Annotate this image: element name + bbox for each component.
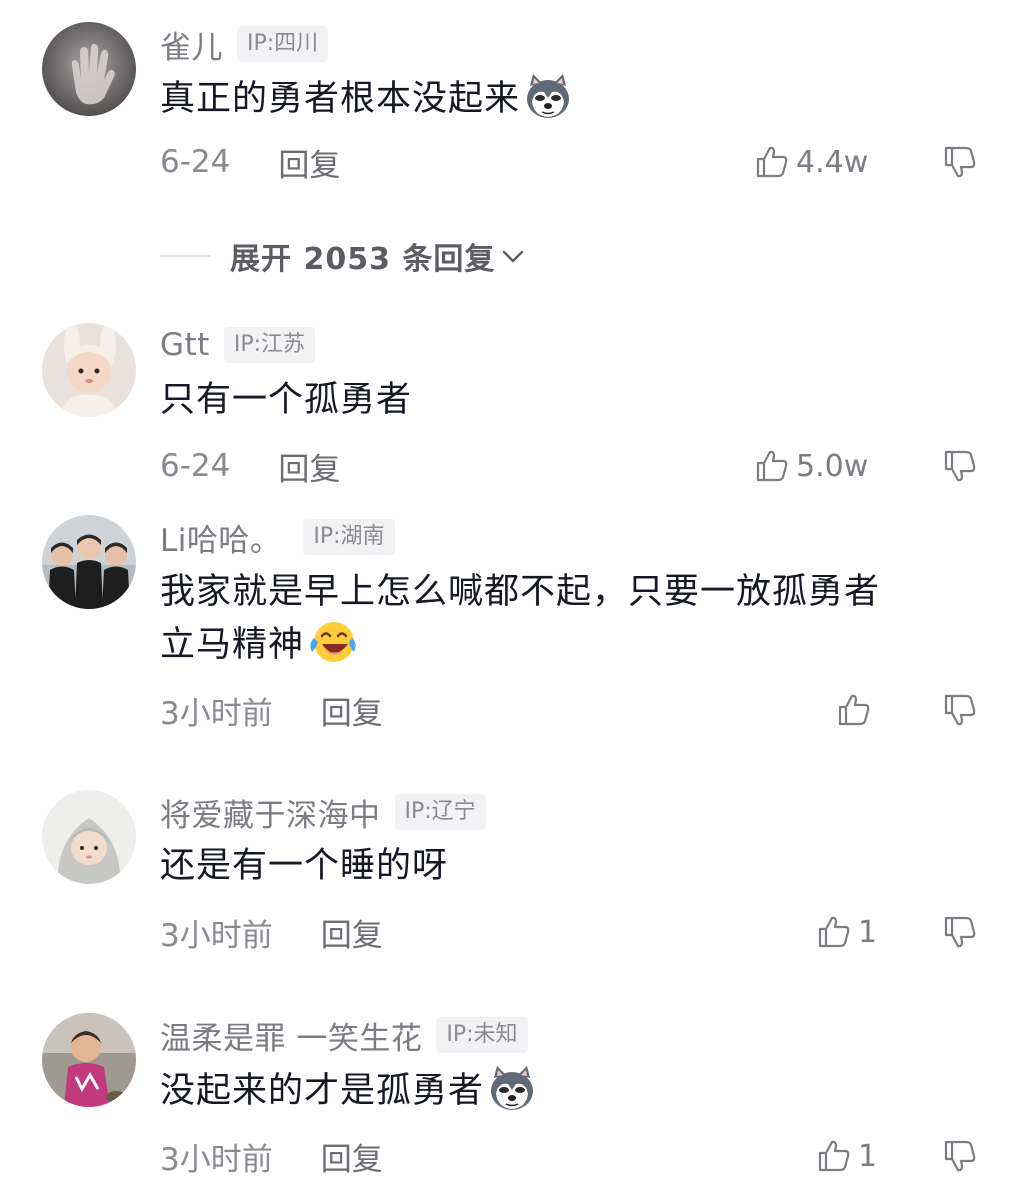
thumbs-up-icon: [818, 1140, 850, 1172]
comment-header: 温柔是罪 一笑生花 IP:未知: [160, 1013, 528, 1057]
avatar[interactable]: [42, 515, 136, 609]
like-count: 5.0w: [796, 448, 869, 484]
comment-header: 雀儿 IP:四川: [160, 22, 329, 67]
thumbs-down-icon[interactable]: [942, 448, 978, 484]
reply-button[interactable]: 回复: [321, 1134, 383, 1179]
comment-meta: 6-24 回复 5.0w: [160, 444, 980, 488]
like-count: 1: [858, 914, 878, 950]
comment-date: 6-24: [160, 144, 231, 180]
comment-text: 还是有一个睡的呀: [160, 840, 980, 892]
ip-location-badge: IP:湖南: [303, 519, 395, 555]
like-button[interactable]: 5.0w: [754, 444, 868, 488]
comment-body: 只有一个孤勇者: [160, 380, 413, 420]
husky-dog-emoji: [527, 74, 570, 118]
chevron-down-icon: [503, 250, 524, 263]
username[interactable]: 将爱藏于深海中: [160, 790, 381, 835]
comment-body-line2: 立马精神: [160, 618, 980, 671]
comment-body: 没起来的才是孤勇者: [160, 1071, 485, 1111]
username[interactable]: 雀儿: [160, 22, 223, 67]
comment-date: 3小时前: [160, 1141, 273, 1178]
like-button[interactable]: [836, 688, 878, 732]
comment-text: 我家就是早上怎么喊都不起，只要一放孤勇者 立马精神: [160, 566, 980, 671]
like-button[interactable]: 1: [816, 1134, 877, 1178]
avatar[interactable]: [42, 1013, 136, 1107]
comment-meta: 6-24 回复 4.4w: [160, 140, 980, 184]
comment-meta: 3小时前 回复 1: [160, 1134, 980, 1178]
expand-replies-button[interactable]: 展开 2053 条回复: [160, 232, 527, 280]
comment-meta: 3小时前 回复 1: [160, 910, 980, 954]
ip-location-badge: IP:江苏: [223, 327, 316, 363]
username[interactable]: Gtt: [160, 327, 210, 363]
avatar[interactable]: [42, 22, 136, 116]
comment-body: 还是有一个睡的呀: [160, 846, 449, 886]
comment-date: 6-24: [160, 448, 231, 484]
comment-header: 将爱藏于深海中 IP:辽宁: [160, 790, 486, 834]
like-count: 4.4w: [796, 144, 869, 180]
username[interactable]: Li哈哈。: [160, 515, 281, 560]
reply-button[interactable]: 回复: [278, 444, 340, 489]
ip-location-badge: IP:辽宁: [394, 794, 486, 830]
comment-body: 立马精神: [160, 625, 305, 665]
username[interactable]: 温柔是罪 一笑生花: [160, 1013, 422, 1058]
thumbs-down-icon[interactable]: [942, 914, 978, 950]
husky-dog-emoji: [491, 1066, 534, 1110]
comment-text: 没起来的才是孤勇者: [160, 1064, 980, 1117]
comment-text: 真正的勇者根本没起来: [160, 72, 980, 125]
avatar[interactable]: [42, 790, 136, 884]
ip-location-badge: IP:未知: [436, 1017, 528, 1053]
reply-button[interactable]: 回复: [321, 910, 383, 955]
thumbs-down-icon[interactable]: [942, 144, 978, 180]
like-button[interactable]: 4.4w: [754, 140, 868, 184]
thumbs-up-icon: [756, 146, 788, 178]
avatar[interactable]: [42, 323, 136, 417]
ip-location-badge: IP:四川: [237, 26, 329, 62]
expand-replies-label: 展开 2053 条回复: [230, 242, 496, 277]
reply-button[interactable]: 回复: [278, 140, 340, 185]
reply-button[interactable]: 回复: [321, 688, 383, 733]
like-button[interactable]: 1: [816, 910, 877, 954]
comment-date: 3小时前: [160, 695, 273, 732]
like-count: 1: [858, 1138, 878, 1174]
thumbs-up-icon: [818, 916, 850, 948]
comment-body-line1: 我家就是早上怎么喊都不起，只要一放孤勇者: [160, 572, 881, 612]
divider-line: [160, 255, 210, 257]
thumbs-down-icon[interactable]: [942, 692, 978, 728]
comment-meta: 3小时前 回复: [160, 688, 980, 732]
thumbs-up-icon: [756, 450, 788, 482]
comment-header: Li哈哈。 IP:湖南: [160, 515, 395, 559]
thumbs-down-icon[interactable]: [942, 1138, 978, 1174]
comment-date: 3小时前: [160, 917, 273, 954]
comment-header: Gtt IP:江苏: [160, 323, 316, 367]
comment-body: 真正的勇者根本没起来: [160, 79, 521, 119]
laughing-crying-emoji: [310, 622, 356, 662]
comment-text: 只有一个孤勇者: [160, 374, 980, 426]
thumbs-up-icon: [838, 694, 870, 726]
